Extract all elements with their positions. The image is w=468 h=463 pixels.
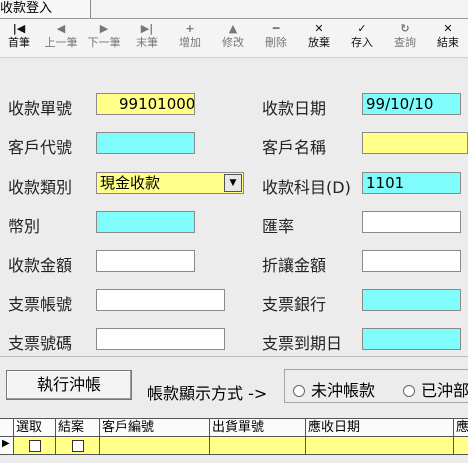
check-due-date-field[interactable] (362, 328, 461, 350)
customer-name-label: 客戶名稱 (262, 138, 327, 157)
plus-icon: + (185, 22, 195, 35)
grid-corner (0, 419, 14, 437)
receipt-account-field[interactable]: 1101 (362, 172, 461, 194)
customer-code-label: 客戶代號 (8, 138, 73, 157)
tab-strip: 收款登入 (0, 0, 468, 19)
grid-header-customer-no: 客戶編號 (100, 419, 210, 437)
chevron-down-icon[interactable]: ▼ (224, 174, 242, 192)
customer-code-field[interactable] (96, 132, 195, 154)
grid-header-extra: 應 (454, 419, 468, 437)
checkmark-icon: ✓ (357, 22, 367, 35)
table-row-customer-no-cell[interactable] (100, 437, 210, 455)
close-icon: ✕ (314, 22, 324, 35)
discount-amount-field[interactable] (362, 250, 461, 272)
delete-button[interactable]: ━ 刪除 (253, 21, 299, 55)
close-icon: ✕ (443, 22, 453, 35)
refresh-icon: ↻ (400, 22, 410, 35)
select-checkbox[interactable] (29, 440, 41, 452)
next-record-button[interactable]: ▶ 下一筆 (81, 21, 127, 55)
receipt-amount-label: 收款金額 (8, 256, 73, 275)
prev-record-icon: ◀ (56, 22, 66, 35)
closed-checkbox[interactable] (72, 440, 84, 452)
table-row-receivable-date-cell[interactable] (306, 437, 454, 455)
receipt-type-label: 收款類別 (8, 178, 73, 197)
table-row-shipment-no-cell[interactable] (210, 437, 306, 455)
receipt-type-select[interactable]: 現金收款 ▼ (96, 172, 244, 194)
check-bank-field[interactable] (362, 289, 461, 311)
table-row-extra-cell[interactable] (454, 437, 468, 455)
currency-field[interactable] (96, 211, 195, 233)
receipt-no-label: 收款單號 (8, 99, 73, 118)
next-record-icon: ▶ (99, 22, 109, 35)
query-button[interactable]: ↻ 查詢 (382, 21, 428, 55)
exit-button[interactable]: ✕ 結束 (425, 21, 468, 55)
check-no-label: 支票號碼 (8, 334, 73, 353)
prev-record-button[interactable]: ◀ 上一筆 (38, 21, 84, 55)
receipt-form: 收款單號 991010001 收款日期 99/10/10 客戶代號 客戶名稱 收… (0, 58, 468, 354)
last-record-icon: ▶| (140, 22, 154, 35)
grid-header-closed: 結案 (56, 419, 100, 437)
row-pointer-icon: ▶ (2, 438, 10, 449)
radio-circle-icon (403, 385, 415, 397)
edit-button[interactable]: ▲ 修改 (210, 21, 256, 55)
check-due-date-label: 支票到期日 (262, 334, 343, 353)
settlement-grid: 選取 結案 客戶編號 出貨單號 應收日期 應 ▶ (0, 418, 468, 463)
receipt-no-field[interactable]: 991010001 (96, 93, 195, 115)
receipt-date-label: 收款日期 (262, 99, 327, 118)
table-row-select-cell[interactable] (14, 437, 56, 455)
add-button[interactable]: + 增加 (167, 21, 213, 55)
radio-settled[interactable]: 已沖部 (403, 377, 468, 401)
radio-circle-icon (293, 385, 305, 397)
first-record-icon: |◀ (12, 22, 26, 35)
edit-triangle-icon: ▲ (228, 22, 238, 35)
first-record-button[interactable]: |◀ 首筆 (0, 21, 42, 55)
grid-header-receivable-date: 應收日期 (306, 419, 454, 437)
grid-header-select: 選取 (14, 419, 56, 437)
record-toolbar: |◀ 首筆 ◀ 上一筆 ▶ 下一筆 ▶| 末筆 + 增加 ▲ 修改 ━ 刪除 ✕ 放棄 ✓ 存入 … (0, 19, 468, 58)
receipt-account-label: 收款科目(D) (262, 178, 351, 197)
section-divider (0, 356, 468, 357)
row-indicator: ▶ (0, 437, 14, 455)
receipt-date-field[interactable]: 99/10/10 (362, 93, 461, 115)
last-record-button[interactable]: ▶| 末筆 (124, 21, 170, 55)
run-offset-button[interactable]: 執行沖帳 (6, 370, 132, 400)
discount-amount-label: 折讓金額 (262, 256, 327, 275)
check-account-label: 支票帳號 (8, 295, 73, 314)
receipt-type-value: 現金收款 (100, 174, 161, 192)
check-account-field[interactable] (96, 289, 225, 311)
save-button[interactable]: ✓ 存入 (339, 21, 385, 55)
radio-unsettled[interactable]: 未沖帳款 (293, 377, 375, 401)
customer-name-field[interactable] (362, 132, 468, 154)
grid-header-shipment-no: 出貨單號 (210, 419, 306, 437)
receipt-amount-field[interactable] (96, 250, 195, 272)
tab-receipt-entry[interactable]: 收款登入 (0, 0, 91, 18)
display-mode-label: 帳款顯示方式 -> (147, 384, 268, 403)
discard-button[interactable]: ✕ 放棄 (296, 21, 342, 55)
exchange-rate-label: 匯率 (262, 217, 295, 236)
check-no-field[interactable] (96, 328, 225, 350)
currency-label: 幣別 (8, 217, 41, 236)
display-mode-group: 未沖帳款 已沖部 (284, 369, 468, 403)
minus-icon: ━ (272, 22, 280, 35)
table-row-closed-cell[interactable] (56, 437, 100, 455)
check-bank-label: 支票銀行 (262, 295, 327, 314)
exchange-rate-field[interactable] (362, 211, 461, 233)
